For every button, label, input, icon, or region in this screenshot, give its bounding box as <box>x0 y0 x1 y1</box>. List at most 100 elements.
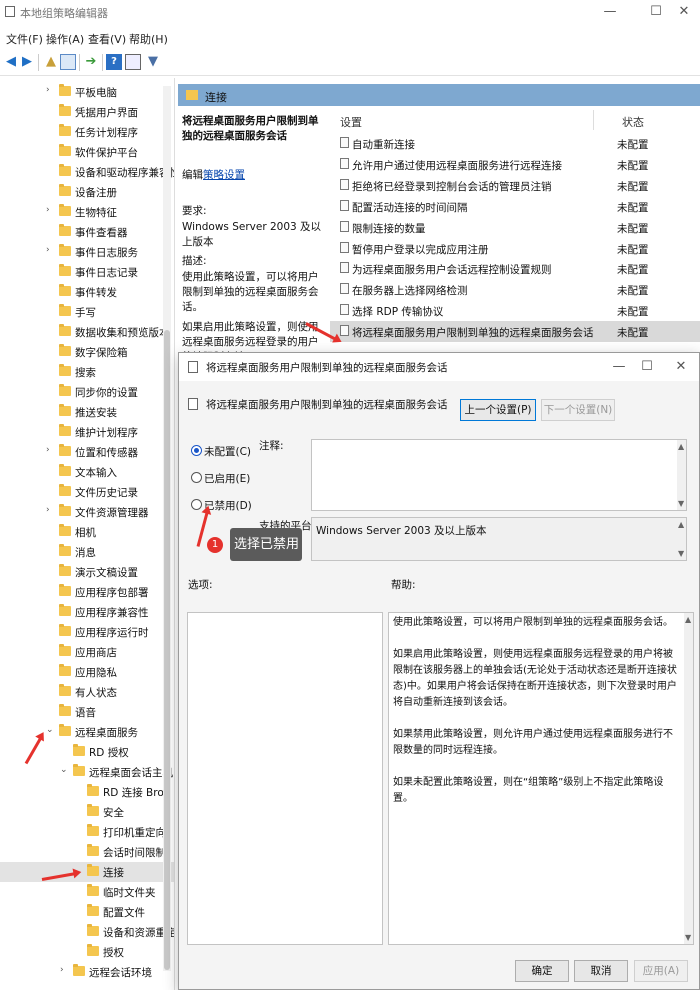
tree-item[interactable]: 事件转发 <box>0 282 174 302</box>
dialog-minimize-button[interactable]: — <box>607 357 631 377</box>
next-setting-button[interactable]: 下一个设置(N) <box>541 399 615 421</box>
up-folder-icon[interactable]: ▲ <box>43 54 59 70</box>
setting-row[interactable]: 配置活动连接的时间间隔 未配置 <box>330 196 700 217</box>
setting-row[interactable]: 暂停用户登录以完成应用注册 未配置 <box>330 238 700 259</box>
minimize-button[interactable]: — <box>598 2 622 22</box>
scroll-up-icon[interactable]: ▲ <box>678 442 684 451</box>
scroll-down-icon[interactable]: ▼ <box>685 933 691 942</box>
forward-icon[interactable]: ▶ <box>19 54 35 70</box>
tree-item[interactable]: › 生物特征 <box>0 202 174 222</box>
menu-view[interactable]: 查看(V) <box>88 31 126 47</box>
tree-item[interactable]: 临时文件夹 <box>0 882 174 902</box>
tree-item[interactable]: 应用程序包部署 <box>0 582 174 602</box>
chevron-icon[interactable]: › <box>46 445 56 455</box>
back-icon[interactable]: ◀ <box>3 54 19 70</box>
setting-row[interactable]: 自动重新连接 未配置 <box>330 133 700 154</box>
dialog-close-button[interactable]: ✕ <box>669 357 693 377</box>
tree-item[interactable]: 配置文件 <box>0 902 174 922</box>
dialog-maximize-button[interactable]: ☐ <box>635 357 659 377</box>
radio-enabled[interactable] <box>191 472 202 483</box>
chevron-icon[interactable]: ⌄ <box>60 765 70 775</box>
radio-not-configured-label[interactable]: 未配置(C) <box>204 444 251 459</box>
scroll-down-icon[interactable]: ▼ <box>678 549 684 558</box>
tree-item[interactable]: 文件历史记录 <box>0 482 174 502</box>
help-icon[interactable]: ? <box>106 54 122 70</box>
tree-item[interactable]: › 远程会话环境 <box>0 962 174 982</box>
tree-item[interactable]: › 事件日志服务 <box>0 242 174 262</box>
tree-item[interactable]: 相机 <box>0 522 174 542</box>
platform-scrollbar[interactable]: ▲ ▼ <box>677 518 686 560</box>
tree-item[interactable]: 打印机重定向 <box>0 822 174 842</box>
tree-item[interactable]: 应用程序运行时 <box>0 622 174 642</box>
tree-item[interactable]: 数字保险箱 <box>0 342 174 362</box>
setting-row[interactable]: 为远程桌面服务用户会话远程控制设置规则 未配置 <box>330 258 700 279</box>
setting-row[interactable]: 允许用户通过使用远程桌面服务进行远程连接 未配置 <box>330 154 700 175</box>
filter-icon[interactable]: ▼ <box>145 54 161 70</box>
tree-item[interactable]: 消息 <box>0 542 174 562</box>
column-setting[interactable]: 设置 <box>340 114 362 130</box>
tree-item[interactable]: ⌄ 远程桌面会话主机 <box>0 762 174 782</box>
tree-item[interactable]: 设备和驱动程序兼容性 <box>0 162 174 182</box>
setting-row[interactable]: 选择 RDP 传输协议 未配置 <box>330 300 700 321</box>
tree-item[interactable]: 任务计划程序 <box>0 122 174 142</box>
column-state[interactable]: 状态 <box>622 114 644 130</box>
scroll-up-icon[interactable]: ▲ <box>685 615 691 624</box>
edit-policy-link[interactable]: 策略设置 <box>203 169 245 181</box>
tree-item[interactable]: › 文件资源管理器 <box>0 502 174 522</box>
scroll-up-icon[interactable]: ▲ <box>678 520 684 529</box>
apply-button[interactable]: 应用(A) <box>634 960 688 982</box>
tree-item[interactable]: 有人状态 <box>0 682 174 702</box>
scroll-down-icon[interactable]: ▼ <box>678 499 684 508</box>
chevron-icon[interactable]: › <box>46 205 56 215</box>
tree-item[interactable]: ⌄ 远程桌面服务 <box>0 722 174 742</box>
setting-row[interactable]: 拒绝将已经登录到控制台会话的管理员注销 未配置 <box>330 175 700 196</box>
tree-item[interactable]: 连接 <box>0 862 174 882</box>
radio-not-configured[interactable] <box>191 445 202 456</box>
tree-item[interactable]: 维护计划程序 <box>0 422 174 442</box>
tree-item[interactable]: 语音 <box>0 702 174 722</box>
tree-item[interactable]: 会话时间限制 <box>0 842 174 862</box>
tree-item[interactable]: 数据收集和预览版本 <box>0 322 174 342</box>
tree-item[interactable]: 应用程序兼容性 <box>0 602 174 622</box>
setting-row[interactable]: 在服务器上选择网络检测 未配置 <box>330 279 700 300</box>
menu-file[interactable]: 文件(F) <box>6 31 43 47</box>
tree-item[interactable]: › 平板电脑 <box>0 82 174 102</box>
tree-item[interactable]: 同步你的设置 <box>0 382 174 402</box>
tree-item[interactable]: 授权 <box>0 942 174 962</box>
tree-item[interactable]: 应用隐私 <box>0 662 174 682</box>
ok-button[interactable]: 确定 <box>515 960 569 982</box>
chevron-icon[interactable]: › <box>46 245 56 255</box>
setting-row[interactable]: 限制连接的数量 未配置 <box>330 217 700 238</box>
maximize-button[interactable]: ☐ <box>644 2 668 22</box>
tree-item[interactable]: 演示文稿设置 <box>0 562 174 582</box>
chevron-icon[interactable]: › <box>46 505 56 515</box>
help-scrollbar[interactable]: ▲ ▼ <box>684 613 693 944</box>
tree-scrollbar-thumb[interactable] <box>164 330 170 970</box>
tree-item[interactable]: › 位置和传感器 <box>0 442 174 462</box>
setting-row[interactable]: 将远程桌面服务用户限制到单独的远程桌面服务会话 未配置 <box>330 321 700 343</box>
tree-item[interactable]: 凭据用户界面 <box>0 102 174 122</box>
chevron-icon[interactable]: › <box>60 965 70 975</box>
tree-item[interactable]: RD 连接 Brok <box>0 782 174 802</box>
tree-item[interactable]: 搜索 <box>0 362 174 382</box>
menu-help[interactable]: 帮助(H) <box>129 31 168 47</box>
tree-item[interactable]: 事件查看器 <box>0 222 174 242</box>
comment-scrollbar[interactable]: ▲ ▼ <box>677 440 686 510</box>
tree-item[interactable]: 应用商店 <box>0 642 174 662</box>
radio-enabled-label[interactable]: 已启用(E) <box>204 471 250 486</box>
tree-item[interactable]: 推送安装 <box>0 402 174 422</box>
tree-item[interactable]: 手写 <box>0 302 174 322</box>
chevron-icon[interactable]: › <box>46 85 56 95</box>
comment-textarea[interactable]: ▲ ▼ <box>311 439 687 511</box>
tree-item[interactable]: 设备和资源重定 <box>0 922 174 942</box>
radio-disabled[interactable] <box>191 499 202 510</box>
previous-setting-button[interactable]: 上一个设置(P) <box>460 399 536 421</box>
tree-item[interactable]: 文本输入 <box>0 462 174 482</box>
tree-item[interactable]: 事件日志记录 <box>0 262 174 282</box>
properties-icon[interactable] <box>125 54 141 70</box>
tree-item[interactable]: 软件保护平台 <box>0 142 174 162</box>
tree-item[interactable]: 安全 <box>0 802 174 822</box>
tree-item[interactable]: 设备注册 <box>0 182 174 202</box>
cancel-button[interactable]: 取消 <box>574 960 628 982</box>
menu-action[interactable]: 操作(A) <box>46 31 84 47</box>
